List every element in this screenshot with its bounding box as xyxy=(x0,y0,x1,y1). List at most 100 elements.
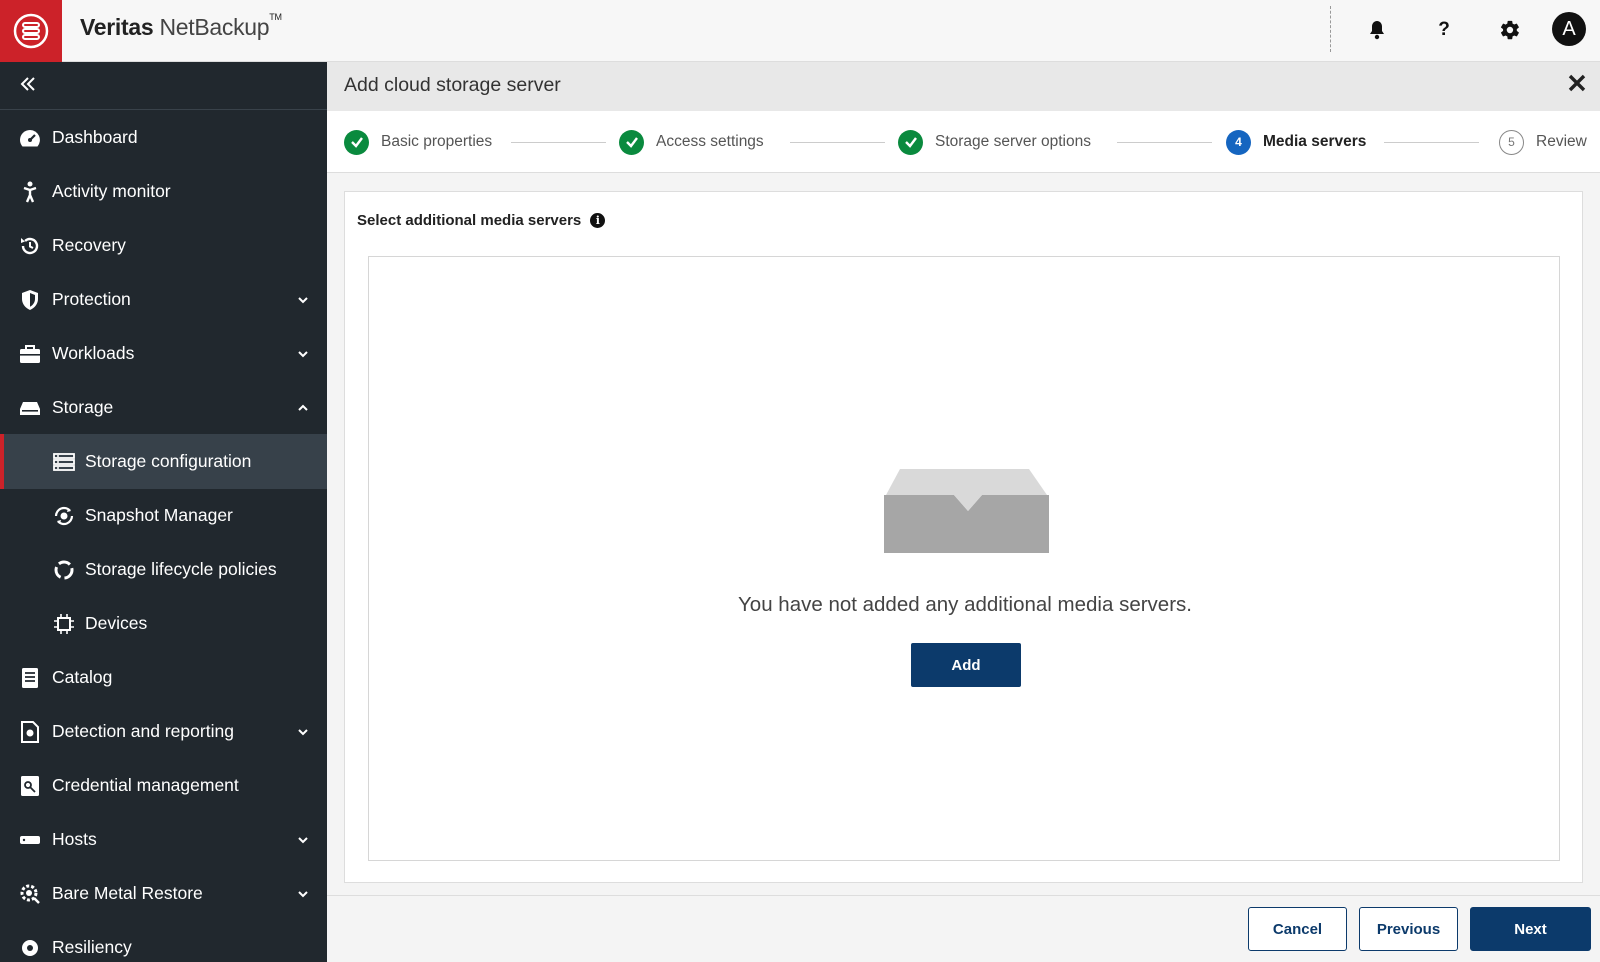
sidebar-item-label: Recovery xyxy=(52,235,126,255)
app-title: Veritas NetBackupTM xyxy=(80,12,282,40)
next-button[interactable]: Next xyxy=(1470,907,1591,951)
step-media-servers[interactable]: 4 Media servers xyxy=(1226,111,1366,173)
storage-config-icon xyxy=(52,450,76,474)
section-label: Select additional media servers i xyxy=(357,212,606,229)
lifecycle-icon xyxy=(52,558,76,582)
sidebar-item-storage[interactable]: Storage xyxy=(0,380,327,435)
add-media-server-button[interactable]: Add xyxy=(911,643,1021,687)
sidebar-item-storage-lifecycle-policies[interactable]: Storage lifecycle policies xyxy=(0,542,327,597)
resiliency-icon xyxy=(18,936,42,960)
sidebar-item-catalog[interactable]: Catalog xyxy=(0,650,327,705)
sidebar-item-label: Storage lifecycle policies xyxy=(85,559,277,579)
storage-icon xyxy=(18,396,42,420)
empty-message: You have not added any additional media … xyxy=(738,593,1192,616)
step-basic-properties[interactable]: Basic properties xyxy=(344,111,492,173)
step-connector xyxy=(1384,142,1479,143)
media-servers-empty-state: You have not added any additional media … xyxy=(368,256,1560,861)
briefcase-icon xyxy=(18,342,42,366)
user-avatar[interactable]: A xyxy=(1552,12,1586,46)
chevron-down-icon xyxy=(298,836,308,843)
panel-header: Add cloud storage server xyxy=(327,62,1600,111)
sidebar-item-label: Storage xyxy=(52,397,114,417)
catalog-icon xyxy=(18,666,42,690)
sidebar-item-devices[interactable]: Devices xyxy=(0,596,327,651)
notifications-bell-icon[interactable] xyxy=(1363,16,1391,44)
content-area: Select additional media servers i You ha… xyxy=(327,173,1600,962)
step-label: Storage server options xyxy=(935,133,1091,150)
activity-icon xyxy=(18,180,42,204)
sidebar-item-workloads[interactable]: Workloads xyxy=(0,326,327,381)
sidebar-item-resiliency[interactable]: Resiliency xyxy=(0,920,327,962)
empty-tray-icon xyxy=(884,469,1049,553)
sidebar-item-label: Bare Metal Restore xyxy=(52,883,203,903)
chevron-down-icon xyxy=(298,350,308,357)
wizard-footer: Cancel Previous Next xyxy=(327,895,1600,962)
page-title: Add cloud storage server xyxy=(344,74,561,96)
chevron-down-icon xyxy=(298,728,308,735)
logo-icon xyxy=(13,13,49,49)
chevron-up-icon xyxy=(298,404,308,411)
step-review[interactable]: 5 Review xyxy=(1499,111,1587,173)
sidebar-item-label: Protection xyxy=(52,289,131,309)
snapshot-icon xyxy=(52,504,76,528)
step-connector xyxy=(790,142,885,143)
sidebar-item-protection[interactable]: Protection xyxy=(0,272,327,327)
check-icon xyxy=(898,129,923,155)
veritas-logo[interactable] xyxy=(0,0,62,62)
key-icon xyxy=(18,774,42,798)
sidebar-item-bare-metal-restore[interactable]: Bare Metal Restore xyxy=(0,866,327,921)
step-label: Media servers xyxy=(1263,133,1367,150)
sidebar-item-dashboard[interactable]: Dashboard xyxy=(0,110,327,165)
step-storage-server-options[interactable]: Storage server options xyxy=(898,111,1091,173)
sidebar-item-storage-configuration[interactable]: Storage configuration xyxy=(0,434,327,489)
check-icon xyxy=(619,129,644,155)
add-cloud-storage-server-panel: Add cloud storage server Basic propertie… xyxy=(327,62,1600,962)
sidebar-item-hosts[interactable]: Hosts xyxy=(0,812,327,867)
step-access-settings[interactable]: Access settings xyxy=(619,111,764,173)
sidebar-item-label: Hosts xyxy=(52,829,97,849)
sidebar-item-label: Credential management xyxy=(52,775,239,795)
sidebar-item-recovery[interactable]: Recovery xyxy=(0,218,327,273)
settings-gear-icon[interactable] xyxy=(1496,16,1524,44)
sidebar-item-label: Catalog xyxy=(52,667,113,687)
sidebar-item-label: Snapshot Manager xyxy=(85,505,233,525)
step-label: Access settings xyxy=(656,133,764,150)
step-label: Review xyxy=(1536,133,1587,150)
info-icon[interactable]: i xyxy=(590,213,606,228)
sidebar-item-label: Devices xyxy=(85,613,148,633)
sidebar: Dashboard Activity monitor Recovery Prot… xyxy=(0,62,327,962)
report-icon xyxy=(18,720,42,744)
shield-icon xyxy=(18,288,42,312)
step-number: 5 xyxy=(1499,129,1524,155)
top-header: Veritas NetBackupTM ? A xyxy=(0,0,1600,62)
step-connector xyxy=(511,142,606,143)
sidebar-item-activity-monitor[interactable]: Activity monitor xyxy=(0,164,327,219)
chip-icon xyxy=(52,612,76,636)
step-connector xyxy=(1117,142,1212,143)
section-label-text: Select additional media servers xyxy=(357,212,582,229)
wizard-stepper: Basic properties Access settings Storage… xyxy=(327,111,1600,173)
collapse-sidebar-icon[interactable] xyxy=(18,74,42,98)
sidebar-item-label: Workloads xyxy=(52,343,135,363)
previous-button[interactable]: Previous xyxy=(1359,907,1458,951)
help-icon[interactable]: ? xyxy=(1430,16,1458,44)
close-icon[interactable] xyxy=(1567,72,1587,100)
cancel-button[interactable]: Cancel xyxy=(1248,907,1347,951)
step-label: Basic properties xyxy=(381,133,493,150)
gear-search-icon xyxy=(18,882,42,906)
chevron-down-icon xyxy=(298,296,308,303)
sidebar-item-snapshot-manager[interactable]: Snapshot Manager xyxy=(0,488,327,543)
host-icon xyxy=(18,828,42,852)
chevron-down-icon xyxy=(298,890,308,897)
media-servers-card: Select additional media servers i You ha… xyxy=(344,191,1583,883)
sidebar-item-label: Resiliency xyxy=(52,937,132,957)
recovery-icon xyxy=(18,234,42,258)
sidebar-item-label: Dashboard xyxy=(52,127,138,147)
check-icon xyxy=(344,129,369,155)
sidebar-item-detection-and-reporting[interactable]: Detection and reporting xyxy=(0,704,327,759)
sidebar-item-label: Detection and reporting xyxy=(52,721,234,741)
sidebar-item-label: Storage configuration xyxy=(85,451,252,471)
sidebar-item-credential-management[interactable]: Credential management xyxy=(0,758,327,813)
header-divider xyxy=(1330,6,1331,52)
sidebar-item-label: Activity monitor xyxy=(52,181,171,201)
